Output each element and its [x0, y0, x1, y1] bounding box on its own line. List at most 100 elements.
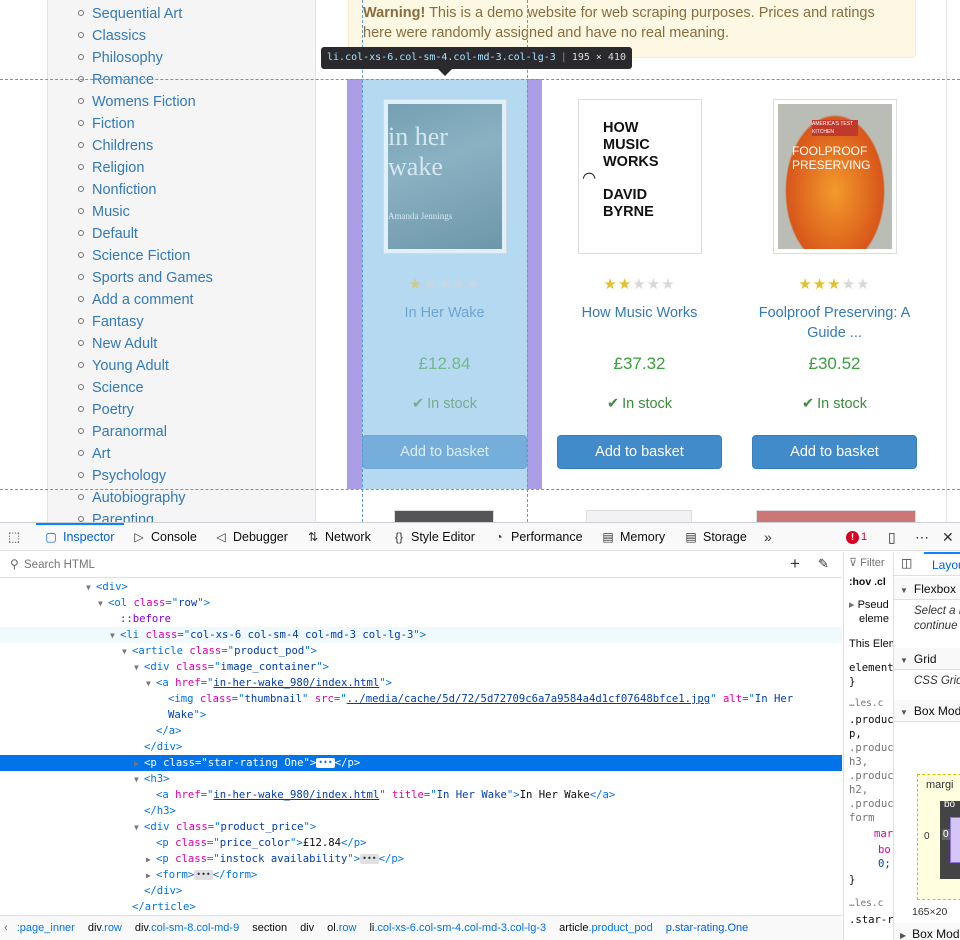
- markup-node[interactable]: ▼ <article class="product_pod">: [0, 643, 842, 659]
- more-tabs-icon[interactable]: »: [764, 523, 772, 551]
- category-item[interactable]: Childrens: [78, 135, 213, 157]
- rule-prop-border[interactable]: bo: [878, 844, 891, 856]
- markup-node[interactable]: </h3>: [0, 803, 842, 819]
- category-item[interactable]: Music: [78, 201, 213, 223]
- category-link[interactable]: Psychology: [92, 468, 166, 484]
- category-link[interactable]: Sports and Games: [92, 270, 213, 286]
- eyedropper-icon[interactable]: ✎: [818, 556, 829, 572]
- product-title-link[interactable]: How Music Works: [557, 303, 722, 323]
- breadcrumb-item[interactable]: article.product_pod: [553, 916, 660, 940]
- breadcrumb-item[interactable]: div.col-sm-8.col-md-9: [129, 916, 246, 940]
- category-item[interactable]: Poetry: [78, 399, 213, 421]
- markup-node[interactable]: ::before: [0, 611, 842, 627]
- markup-node[interactable]: </div>: [0, 883, 842, 899]
- category-link[interactable]: Autobiography: [92, 490, 186, 506]
- twisty-icon[interactable]: ▼: [98, 596, 108, 612]
- category-link[interactable]: Sequential Art: [92, 6, 182, 22]
- category-item[interactable]: Add a comment: [78, 289, 213, 311]
- rule-prop-value[interactable]: 0;: [878, 858, 891, 870]
- category-link[interactable]: Philosophy: [92, 50, 163, 66]
- markup-node[interactable]: <p class="price_color">£12.84</p>: [0, 835, 842, 851]
- tab-layout[interactable]: Layou: [924, 552, 960, 576]
- tab-inspector[interactable]: ▢ Inspector: [44, 523, 114, 551]
- element-picker-icon[interactable]: ⬚: [8, 529, 26, 545]
- category-link[interactable]: Childrens: [92, 138, 153, 154]
- twisty-icon[interactable]: ▶: [146, 852, 156, 868]
- box-model-properties-section[interactable]: ▶ Box Mod: [894, 923, 960, 940]
- category-link[interactable]: Classics: [92, 28, 146, 44]
- sidebar-toggle-icon[interactable]: ◫: [901, 556, 912, 570]
- twisty-icon[interactable]: ▶: [146, 868, 156, 884]
- breadcrumb-item[interactable]: div.row: [82, 916, 129, 940]
- markup-node[interactable]: </a>: [0, 723, 842, 739]
- markup-node[interactable]: ▼ <ol class="row">: [0, 595, 842, 611]
- category-item[interactable]: Religion: [78, 157, 213, 179]
- category-item[interactable]: Young Adult: [78, 355, 213, 377]
- breadcrumb-item[interactable]: p.star-rating.One: [660, 916, 756, 940]
- markup-node[interactable]: </article>: [0, 899, 842, 914]
- product-title-link[interactable]: In Her Wake: [362, 303, 527, 323]
- category-item[interactable]: Womens Fiction: [78, 91, 213, 113]
- close-devtools-icon[interactable]: ✕: [942, 523, 954, 551]
- product-thumbnail[interactable]: in her wake Amanda Jennings: [383, 99, 507, 254]
- category-item[interactable]: Parenting: [78, 509, 213, 522]
- error-badge[interactable]: ! 1: [846, 523, 867, 551]
- category-item[interactable]: Science Fiction: [78, 245, 213, 267]
- category-item[interactable]: Science: [78, 377, 213, 399]
- category-item[interactable]: Fiction: [78, 113, 213, 135]
- category-link[interactable]: Nonfiction: [92, 182, 156, 198]
- category-item[interactable]: Romance: [78, 69, 213, 91]
- markup-node[interactable]: ▼ <li class="col-xs-6 col-sm-4 col-md-3 c…: [0, 627, 842, 643]
- add-to-basket-button[interactable]: Add to basket: [557, 435, 722, 469]
- product-title-link[interactable]: Foolproof Preserving: A Guide ...: [752, 303, 917, 343]
- pseudo-elements-1[interactable]: ▸ Pseud: [849, 598, 889, 611]
- markup-node[interactable]: ▶ <form> ••• </form>: [0, 867, 842, 883]
- markup-node[interactable]: ▶ <p class="instock availability"> ••• </p>: [0, 851, 842, 867]
- markup-node[interactable]: <img class="thumbnail" src="../media/cac…: [0, 691, 842, 707]
- markup-node[interactable]: ▼ <h3>: [0, 771, 842, 787]
- markup-node[interactable]: ▼ <div class="product_price">: [0, 819, 842, 835]
- category-link[interactable]: Fiction: [92, 116, 135, 132]
- tab-console[interactable]: ▷ Console: [132, 523, 197, 551]
- category-item[interactable]: New Adult: [78, 333, 213, 355]
- grid-section[interactable]: ▼ Grid: [894, 648, 960, 670]
- rule-source-2[interactable]: …les.c: [849, 898, 883, 909]
- category-link[interactable]: Science Fiction: [92, 248, 190, 264]
- markup-node[interactable]: </div>: [0, 739, 842, 755]
- twisty-icon[interactable]: ▼: [86, 580, 96, 596]
- tab-style-editor[interactable]: {} Style Editor: [392, 523, 475, 551]
- twisty-icon[interactable]: ▼: [134, 820, 144, 836]
- rules-filter[interactable]: ⊽ Filter: [849, 556, 885, 569]
- twisty-icon[interactable]: ▼: [146, 676, 156, 692]
- category-link[interactable]: Science: [92, 380, 144, 396]
- category-item[interactable]: Classics: [78, 25, 213, 47]
- category-item[interactable]: Paranormal: [78, 421, 213, 443]
- category-link[interactable]: Religion: [92, 160, 144, 176]
- breadcrumb-scroll-left-icon[interactable]: ‹: [4, 922, 8, 934]
- markup-node[interactable]: ▼ <a href="in-her-wake_980/index.html">: [0, 675, 842, 691]
- more-options-icon[interactable]: ⋯: [915, 523, 929, 551]
- category-link[interactable]: Music: [92, 204, 130, 220]
- category-link[interactable]: Romance: [92, 72, 154, 88]
- category-item[interactable]: Default: [78, 223, 213, 245]
- category-item[interactable]: Nonfiction: [78, 179, 213, 201]
- markup-node[interactable]: ▼ <div class="image_container">: [0, 659, 842, 675]
- add-to-basket-button[interactable]: Add to basket: [752, 435, 917, 469]
- product-thumbnail[interactable]: HOW MUSIC WORKS ◠ DAVID BYRNE: [578, 99, 702, 254]
- category-link[interactable]: Default: [92, 226, 138, 242]
- breadcrumb-item[interactable]: div: [294, 916, 321, 940]
- category-link[interactable]: New Adult: [92, 336, 157, 352]
- category-link[interactable]: Art: [92, 446, 111, 462]
- category-link[interactable]: Fantasy: [92, 314, 144, 330]
- responsive-design-icon[interactable]: ▯: [888, 523, 896, 551]
- category-item[interactable]: Art: [78, 443, 213, 465]
- category-item[interactable]: Psychology: [78, 465, 213, 487]
- search-html-input[interactable]: [24, 552, 764, 578]
- twisty-icon[interactable]: ▼: [134, 660, 144, 676]
- category-link[interactable]: Poetry: [92, 402, 134, 418]
- twisty-icon[interactable]: ▼: [122, 644, 132, 660]
- add-to-basket-button[interactable]: Add to basket: [362, 435, 527, 469]
- rules-toggles[interactable]: :hov .cl: [849, 576, 886, 588]
- tab-performance[interactable]: ◔ Performance: [492, 523, 582, 551]
- category-link[interactable]: Add a comment: [92, 292, 194, 308]
